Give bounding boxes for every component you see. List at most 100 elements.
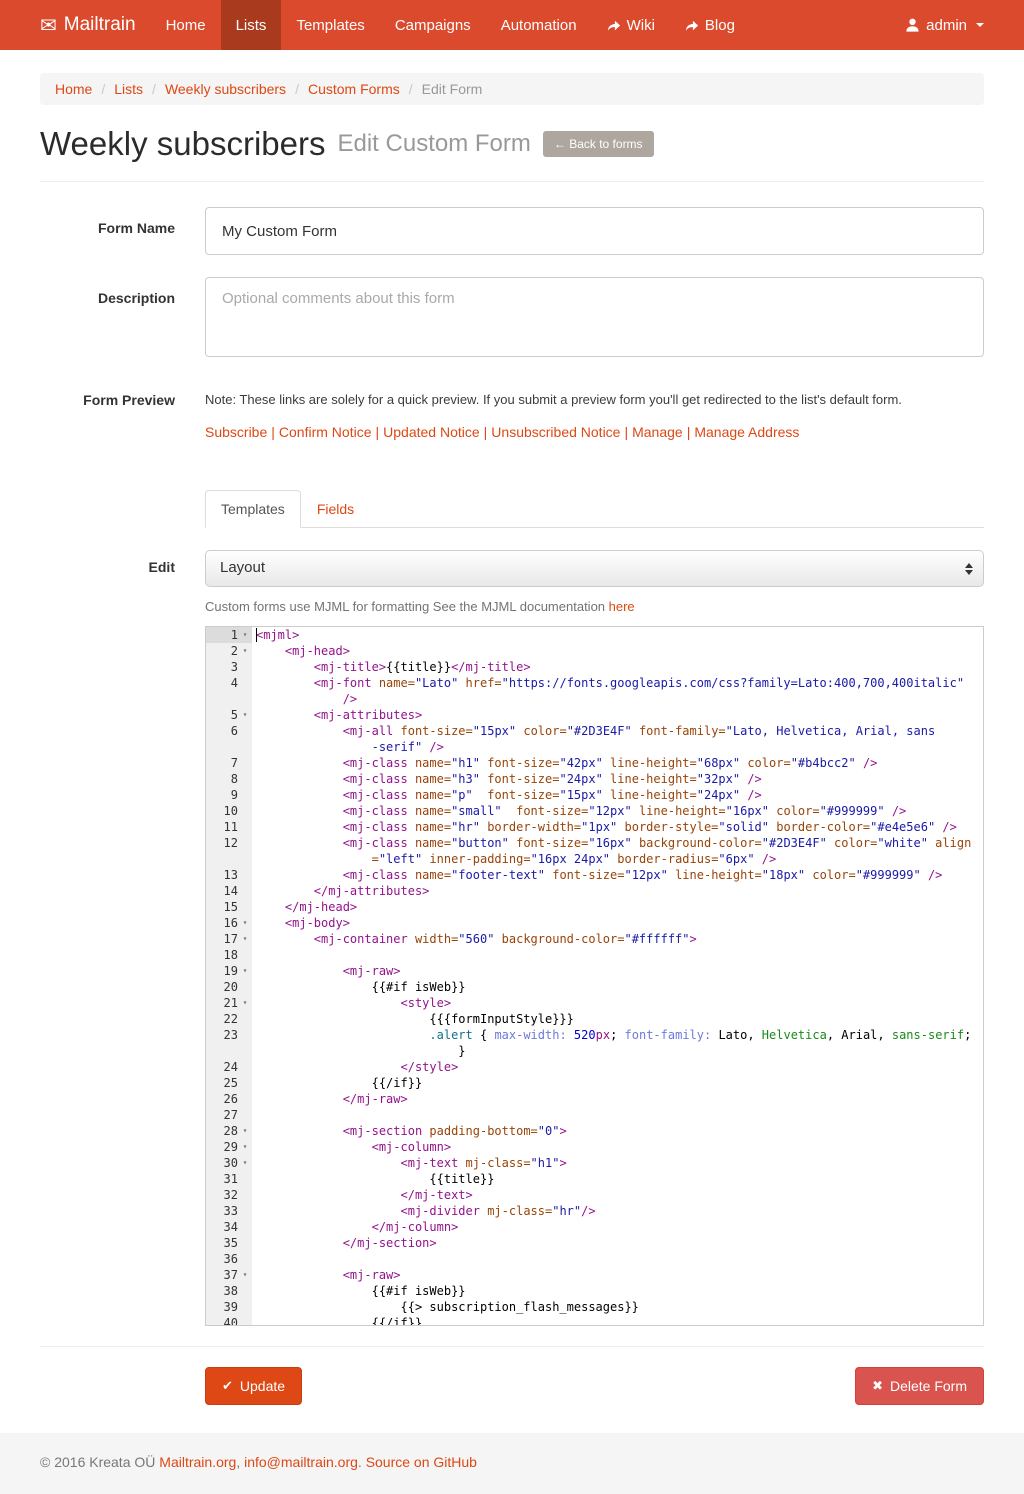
code-text[interactable]: <mj-section padding-bottom="0">	[252, 1123, 983, 1139]
code-text[interactable]: <mj-head>	[252, 643, 983, 659]
code-text[interactable]: ="left" inner-padding="16px 24px" border…	[252, 851, 983, 867]
nav-item-home[interactable]: Home	[151, 0, 221, 50]
delete-form-button[interactable]: ✖Delete Form	[855, 1367, 984, 1405]
fold-arrow-icon[interactable]: ▾	[238, 643, 252, 659]
code-text[interactable]: <mj-class name="h1" font-size="42px" lin…	[252, 755, 983, 771]
preview-link[interactable]: Updated Notice	[383, 424, 480, 440]
code-text[interactable]: <mj-class name="small" font-size="12px" …	[252, 803, 983, 819]
fold-arrow-icon[interactable]: ▾	[238, 627, 252, 643]
fold-arrow-icon[interactable]: ▾	[238, 1267, 252, 1283]
code-text[interactable]: </mj-column>	[252, 1219, 983, 1235]
fold-arrow-icon[interactable]: ▾	[238, 963, 252, 979]
nav-item-label: Automation	[501, 17, 577, 34]
code-text[interactable]: </mj-text>	[252, 1187, 983, 1203]
code-text[interactable]: {{/if}}	[252, 1315, 983, 1326]
footer-link[interactable]: Mailtrain.org	[159, 1454, 236, 1470]
nav-item-blog[interactable]: Blog	[670, 0, 750, 50]
footer-link[interactable]: info@mailtrain.org	[244, 1454, 358, 1470]
description-textarea[interactable]	[205, 277, 984, 357]
fold-arrow-icon[interactable]: ▾	[238, 707, 252, 723]
code-text[interactable]: <mj-all font-size="15px" color="#2D3E4F"…	[252, 723, 983, 739]
code-text[interactable]: <mj-class name="h3" font-size="24px" lin…	[252, 771, 983, 787]
code-text[interactable]: </mj-section>	[252, 1235, 983, 1251]
code-text[interactable]: <style>	[252, 995, 983, 1011]
code-text[interactable]: <mj-container width="560" background-col…	[252, 931, 983, 947]
breadcrumb-link[interactable]: Lists	[114, 81, 143, 97]
code-text[interactable]: {{{formInputStyle}}}	[252, 1011, 983, 1027]
nav-item-lists[interactable]: Lists	[221, 0, 282, 50]
code-text[interactable]: />	[252, 691, 983, 707]
fold-arrow-icon[interactable]: ▾	[238, 1139, 252, 1155]
code-text[interactable]: </mj-raw>	[252, 1091, 983, 1107]
line-number-text: 29	[206, 1139, 238, 1155]
code-text[interactable]: {{#if isWeb}}	[252, 1283, 983, 1299]
code-text[interactable]	[252, 947, 983, 963]
code-text[interactable]: <mj-raw>	[252, 1267, 983, 1283]
brand-link[interactable]: ✉ Mailtrain	[0, 0, 151, 50]
fold-arrow-icon[interactable]: ▾	[238, 915, 252, 931]
footer-link[interactable]: Source on GitHub	[366, 1454, 477, 1470]
code-text[interactable]: <mj-raw>	[252, 963, 983, 979]
nav-item-campaigns[interactable]: Campaigns	[380, 0, 486, 50]
code-text[interactable]: {{/if}}	[252, 1075, 983, 1091]
code-text[interactable]: <mj-body>	[252, 915, 983, 931]
fold-arrow-icon[interactable]: ▾	[238, 1155, 252, 1171]
code-text[interactable]: <mj-class name="hr" border-width="1px" b…	[252, 819, 983, 835]
code-token: </mj-section>	[256, 1236, 437, 1250]
code-text[interactable]: {{title}}	[252, 1171, 983, 1187]
line-number: 32	[206, 1187, 252, 1203]
code-text[interactable]: <mjml>	[252, 627, 983, 643]
form-name-input[interactable]	[205, 207, 984, 255]
nav-item-automation[interactable]: Automation	[486, 0, 592, 50]
breadcrumb-link[interactable]: Custom Forms	[308, 81, 400, 97]
preview-link[interactable]: Unsubscribed Notice	[491, 424, 620, 440]
preview-link[interactable]: Confirm Notice	[279, 424, 372, 440]
code-text[interactable]: <mj-text mj-class="h1">	[252, 1155, 983, 1171]
line-number-text: 4	[206, 675, 238, 691]
preview-link[interactable]: Manage	[632, 424, 683, 440]
code-text[interactable]: <mj-class name="button" font-size="16px"…	[252, 835, 983, 851]
code-text[interactable]: {{#if isWeb}}	[252, 979, 983, 995]
code-text[interactable]	[252, 1251, 983, 1267]
tab-fields[interactable]: Fields	[301, 490, 370, 528]
fold-arrow-icon[interactable]: ▾	[238, 995, 252, 1011]
user-menu[interactable]: admin	[890, 0, 1024, 50]
code-text[interactable]: .alert { max-width: 520px; font-family: …	[252, 1027, 983, 1043]
code-token: border-radius=	[610, 852, 718, 866]
code-text[interactable]: -serif" />	[252, 739, 983, 755]
code-text[interactable]: }	[252, 1043, 983, 1059]
mjml-docs-link[interactable]: here	[609, 599, 635, 614]
code-text[interactable]: <mj-attributes>	[252, 707, 983, 723]
code-text[interactable]: </style>	[252, 1059, 983, 1075]
update-button[interactable]: ✔Update	[205, 1367, 302, 1405]
code-token: "h1"	[451, 756, 480, 770]
fold-arrow-icon[interactable]: ▾	[238, 1123, 252, 1139]
code-line: 16▾ <mj-body>	[206, 915, 983, 931]
code-text[interactable]: <mj-class name="footer-text" font-size="…	[252, 867, 983, 883]
code-text[interactable]: {{> subscription_flash_messages}}	[252, 1299, 983, 1315]
code-line: 2▾ <mj-head>	[206, 643, 983, 659]
brand-label: Mailtrain	[64, 14, 136, 36]
nav-item-templates[interactable]: Templates	[281, 0, 379, 50]
template-select[interactable]: Layout	[205, 550, 984, 587]
code-text[interactable]: </mj-attributes>	[252, 883, 983, 899]
line-number-text: 32	[206, 1187, 238, 1203]
code-editor[interactable]: 1▾<mjml>2▾ <mj-head>3 <mj-title>{{title}…	[205, 626, 984, 1326]
code-token: <mj-attributes>	[256, 708, 422, 722]
fold-arrow-icon[interactable]: ▾	[238, 931, 252, 947]
code-text[interactable]: </mj-head>	[252, 899, 983, 915]
code-text[interactable]: <mj-divider mj-class="hr"/>	[252, 1203, 983, 1219]
preview-link[interactable]: Manage Address	[694, 424, 799, 440]
code-text[interactable]: <mj-column>	[252, 1139, 983, 1155]
preview-link[interactable]: Subscribe	[205, 424, 267, 440]
code-text[interactable]: <mj-font name="Lato" href="https://fonts…	[252, 675, 983, 691]
code-text[interactable]	[252, 1107, 983, 1123]
back-to-forms-button[interactable]: ← Back to forms	[543, 131, 654, 157]
code-token: name=	[408, 868, 451, 882]
tab-templates[interactable]: Templates	[205, 490, 301, 528]
nav-item-wiki[interactable]: Wiki	[592, 0, 670, 50]
breadcrumb-link[interactable]: Weekly subscribers	[165, 81, 286, 97]
code-text[interactable]: <mj-title>{{title}}</mj-title>	[252, 659, 983, 675]
code-text[interactable]: <mj-class name="p" font-size="15px" line…	[252, 787, 983, 803]
breadcrumb-link[interactable]: Home	[55, 81, 92, 97]
